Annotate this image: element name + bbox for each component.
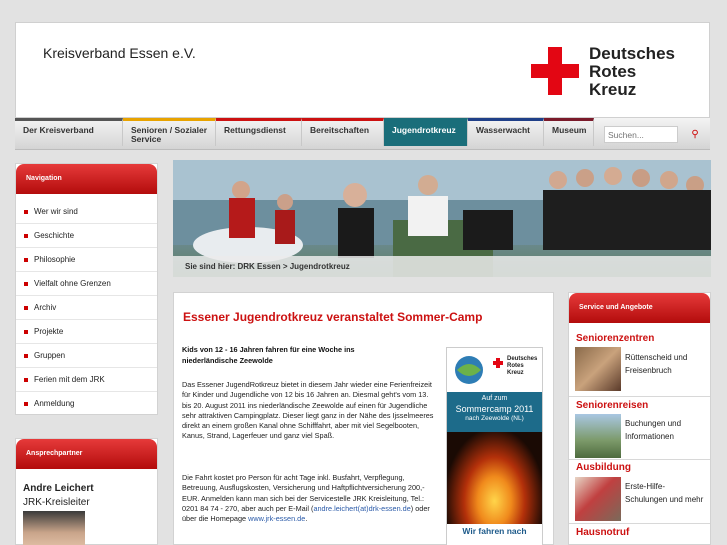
- ausbildung-thumbnail[interactable]: [575, 477, 621, 521]
- leftnav-item-vielfalt[interactable]: Vielfalt ohne Grenzen: [16, 272, 157, 296]
- poster-drk-text: Deutsches Rotes Kreuz: [507, 356, 537, 377]
- nav-tab-rettungsdienst[interactable]: Rettungsdienst: [216, 118, 302, 146]
- org-name[interactable]: Kreisverband Essen e.V.: [43, 45, 196, 61]
- site-header: Kreisverband Essen e.V. Deutsches Rotes …: [15, 22, 710, 118]
- sommercamp-poster[interactable]: Deutsches Rotes Kreuz Auf zum Sommercamp…: [446, 347, 543, 545]
- leftnav-item-projekte[interactable]: Projekte: [16, 320, 157, 344]
- service-text: Erste-Hilfe-Schulungen und mehr: [625, 482, 704, 504]
- leftnav-label: Anmeldung: [34, 399, 75, 408]
- website-link[interactable]: www.jrk-essen.de: [248, 514, 305, 523]
- text: .: [305, 514, 308, 524]
- drk-logo-line: Deutsches: [589, 44, 675, 63]
- campfire-image: [447, 432, 542, 524]
- service-heading: Service und Angebote: [569, 293, 710, 323]
- poster-drk-line: Rotes: [507, 363, 524, 369]
- bullet-icon: [24, 378, 28, 382]
- bullet-icon: [24, 282, 28, 286]
- divider: [569, 396, 710, 397]
- contact-photo: [23, 511, 85, 545]
- jrk-globe-icon: [455, 356, 483, 384]
- drk-logo-line: Rotes: [589, 62, 637, 81]
- poster-footer: Wir fahren nach: [462, 526, 527, 536]
- breadcrumb-prefix: Sie sind hier:: [185, 262, 236, 271]
- article-lead: Kids von 12 - 16 Jahren fahren für eine …: [182, 345, 355, 365]
- service-sidebar: Service und Angebote Seniorenzentren Rüt…: [568, 292, 711, 545]
- nav-tab-kreisverband[interactable]: Der Kreisverband: [15, 118, 123, 146]
- bullet-icon: [24, 330, 28, 334]
- email-link[interactable]: andre.leichert(at)drk-essen.de: [313, 504, 410, 513]
- bullet-icon: [24, 210, 28, 214]
- leftnav-label: Vielfalt ohne Grenzen: [34, 279, 111, 288]
- leftnav-label: Philosophie: [34, 255, 76, 264]
- contact-heading: Ansprechpartner: [16, 439, 157, 469]
- leftnav-item-archiv[interactable]: Archiv: [16, 296, 157, 320]
- breadcrumb: Sie sind hier: DRK Essen > Jugendrotkreu…: [173, 256, 711, 277]
- article-paragraph: Das Essener JugendRotkreuz bietet in die…: [182, 380, 434, 441]
- article-title: Essener Jugendrotkreuz veranstaltet Somm…: [183, 310, 483, 324]
- divider: [569, 459, 710, 460]
- navigation-heading: Navigation: [16, 164, 157, 194]
- leftnav-item-gruppen[interactable]: Gruppen: [16, 344, 157, 368]
- bullet-icon: [24, 234, 28, 238]
- search-icon[interactable]: ⚲: [686, 126, 704, 143]
- leftnav-item-wer-wir-sind[interactable]: Wer wir sind: [16, 200, 157, 224]
- leftnav-label: Ferien mit dem JRK: [34, 375, 105, 384]
- service-text: Rüttenscheid und Freisenbruch: [625, 353, 688, 375]
- service-title-seniorenzentren[interactable]: Seniorenzentren: [576, 333, 654, 344]
- contact-box: Ansprechpartner Andre Leichert JRK-Kreis…: [15, 438, 158, 545]
- main-content: Essener Jugendrotkreuz veranstaltet Somm…: [173, 292, 554, 545]
- leftnav-label: Projekte: [34, 327, 64, 336]
- leftnav-label: Geschichte: [34, 231, 75, 240]
- leftnav-label: Wer wir sind: [34, 207, 78, 216]
- seniorenzentren-thumbnail[interactable]: [575, 347, 621, 391]
- nav-tab-jugendrotkreuz[interactable]: Jugendrotkreuz: [384, 118, 468, 146]
- red-cross-icon: [493, 358, 503, 368]
- drk-logo-line: Kreuz: [589, 80, 637, 99]
- nav-tab-bereitschaften[interactable]: Bereitschaften: [302, 118, 384, 146]
- nav-tab-senioren[interactable]: Senioren / Sozialer Service: [123, 118, 216, 146]
- service-title-seniorenreisen[interactable]: Seniorenreisen: [576, 400, 648, 411]
- contact-name: Andre Leichert: [23, 483, 94, 494]
- leftnav-item-philosophie[interactable]: Philosophie: [16, 248, 157, 272]
- leftnav-item-ferien[interactable]: Ferien mit dem JRK: [16, 368, 157, 392]
- leftnav-item-geschichte[interactable]: Geschichte: [16, 224, 157, 248]
- poster-drk-line: Kreuz: [507, 370, 524, 376]
- service-title-hausnotruf[interactable]: Hausnotruf: [576, 527, 629, 538]
- poster-title: Auf zum Sommercamp 2011 nach Zeewolde (N…: [447, 392, 542, 432]
- leftnav-item-anmeldung[interactable]: Anmeldung: [16, 392, 157, 416]
- service-title-ausbildung[interactable]: Ausbildung: [576, 462, 631, 473]
- service-text: Buchungen und Informationen: [625, 419, 682, 441]
- red-cross-logo-icon[interactable]: [531, 47, 579, 95]
- leftnav-label: Gruppen: [34, 351, 66, 360]
- contact-role: JRK-Kreisleiter: [23, 497, 90, 508]
- nav-tab-wasserwacht[interactable]: Wasserwacht: [468, 118, 544, 146]
- poster-title-line: Sommercamp 2011: [455, 404, 534, 414]
- breadcrumb-path[interactable]: DRK Essen > Jugendrotkreuz: [237, 262, 349, 271]
- divider: [569, 523, 710, 524]
- poster-drk-line: Deutsches: [507, 356, 538, 362]
- bullet-icon: [24, 306, 28, 310]
- leftnav-label: Archiv: [34, 303, 57, 312]
- bullet-icon: [24, 258, 28, 262]
- seniorenreisen-thumbnail[interactable]: [575, 414, 621, 458]
- poster-title-line: nach Zeewolde (NL): [465, 415, 524, 422]
- article-paragraph: Die Fahrt kostet pro Person für acht Tag…: [182, 473, 437, 524]
- search-input[interactable]: [604, 126, 678, 143]
- left-navigation: Navigation Wer wir sind Geschichte Philo…: [15, 163, 158, 415]
- bullet-icon: [24, 354, 28, 358]
- poster-title-line: Auf zum: [481, 395, 508, 402]
- nav-tab-museum[interactable]: Museum: [544, 118, 594, 146]
- bullet-icon: [24, 402, 28, 406]
- drk-logo-text[interactable]: Deutsches Rotes Kreuz: [589, 45, 675, 99]
